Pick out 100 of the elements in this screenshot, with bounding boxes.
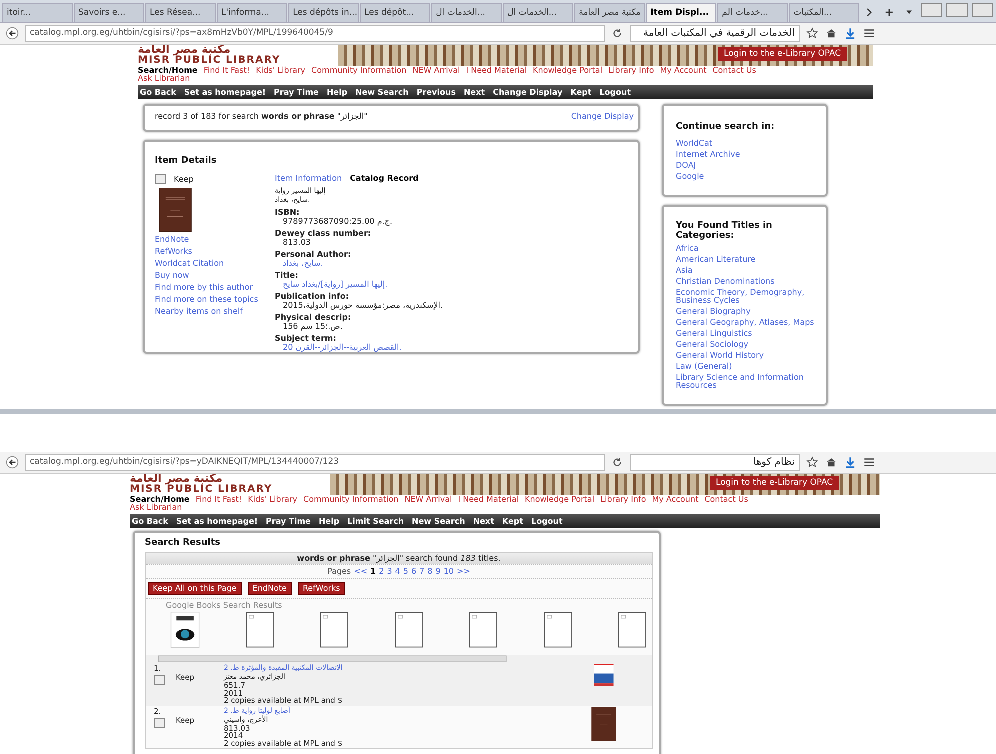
toolbar-link[interactable]: Logout [531,516,563,526]
field-link[interactable]: إليها المسير [رواية]/بغداد سايح. [275,280,628,289]
search-link[interactable]: WorldCat [676,140,816,148]
toolbar-link[interactable]: Go Back [140,88,176,96]
nav-link[interactable]: My Account [652,496,699,504]
back-icon[interactable] [6,27,19,40]
item-link[interactable]: Nearby items on shelf [155,308,267,316]
nav-link[interactable]: Knowledge Portal [533,67,603,75]
reload-icon[interactable] [611,27,624,40]
page-link[interactable]: 8 [428,567,433,576]
toolbar-link[interactable]: Kept [570,88,592,96]
category-link[interactable]: Christian Denominations [676,278,816,286]
browser-tab[interactable]: L'informa... [216,3,288,22]
download-icon[interactable] [844,27,857,40]
category-link[interactable]: Africa [676,245,816,253]
page-link[interactable]: 1 [370,567,376,576]
browser-tab[interactable]: Savoirs e... [74,3,144,22]
reload-icon[interactable] [611,456,624,469]
plus-icon[interactable] [884,8,894,17]
field-link[interactable]: سايح، بغداد. [275,259,628,268]
nav-link[interactable]: Contact Us [712,67,756,75]
item-link[interactable]: Find more by this author [155,284,267,292]
search-link[interactable]: Google [676,173,816,181]
page-link[interactable]: 3 [387,567,392,576]
page-link[interactable]: 6 [411,567,417,576]
nav-link[interactable]: Search/Home [130,496,190,504]
login-button[interactable]: Login to the e-Library OPAC [710,476,840,490]
toolbar-link[interactable]: Kept [502,516,524,526]
menu-icon[interactable] [863,456,876,469]
item-link[interactable]: EndNote [155,236,267,244]
toolbar-link[interactable]: Set as homepage! [176,516,258,526]
toolbar-link[interactable]: Limit Search [348,516,404,526]
keep-checkbox[interactable] [154,675,165,685]
nav-link[interactable]: NEW Arrival [404,496,452,504]
nav-link[interactable]: Knowledge Portal [525,496,595,504]
item-link[interactable]: Worldcat Citation [155,260,267,268]
category-link[interactable]: General Sociology [676,341,816,349]
nav-link[interactable]: Community Information [304,496,399,504]
category-link[interactable]: American Literature [676,256,816,264]
toolbar-link[interactable]: Pray Time [274,88,319,96]
search-link[interactable]: DOAJ [676,162,816,170]
download-icon[interactable] [844,456,857,469]
item-link[interactable]: Find more on these topics [155,296,267,304]
record-tab[interactable]: Item Information [275,174,342,183]
browser-tab[interactable]: الخدمات ال... [431,3,502,22]
nav-link[interactable]: Search/Home [138,67,198,75]
caret-icon[interactable] [904,8,914,17]
login-button[interactable]: Login to the e-Library OPAC [718,47,848,61]
toolbar-link[interactable]: Next [464,88,486,96]
category-link[interactable]: General Linguistics [676,330,816,338]
toolbar-link[interactable]: Next [473,516,494,526]
nav-link[interactable]: Find It Fast! [196,496,242,504]
category-link[interactable]: General Geography, Atlases, Maps [676,319,816,327]
record-tab[interactable]: Catalog Record [350,174,419,183]
minimize-button[interactable] [920,3,942,17]
star-icon[interactable] [806,27,819,40]
category-link[interactable]: Law (General) [676,363,816,371]
nav-link[interactable]: Community Information [312,67,407,75]
toolbar-link[interactable]: Change Display [493,88,563,96]
nav-link[interactable]: NEW Arrival [412,67,460,75]
toolbar-link[interactable]: Pray Time [266,516,311,526]
page-link[interactable]: 5 [403,567,408,576]
action-button[interactable]: Keep All on this Page [148,582,242,595]
nav-link[interactable]: Kids' Library [256,67,306,75]
toolbar-link[interactable]: Go Back [132,516,168,526]
change-display-link[interactable]: Change Display [571,112,634,121]
action-button[interactable]: RefWorks [298,582,346,595]
browser-tab[interactable]: Item Displ... [646,3,716,22]
back-icon[interactable] [6,456,19,469]
nav-link[interactable]: Contact Us [704,496,748,504]
home-icon[interactable] [825,456,838,469]
search-field[interactable]: الخدمات الرقمية في المكتبات العامة [630,25,800,42]
home-icon[interactable] [825,27,838,40]
field-link[interactable]: القصص العربية--الجزائر--القرن 20. [275,343,628,352]
item-link[interactable]: Buy now [155,272,267,280]
category-link[interactable]: Asia [676,267,816,275]
toolbar-link[interactable]: Help [326,88,348,96]
nav-link[interactable]: Library Info [600,496,646,504]
menu-icon[interactable] [863,27,876,40]
item-link[interactable]: RefWorks [155,248,267,256]
page-link[interactable]: 7 [420,567,425,576]
page-link[interactable]: 2 [379,567,384,576]
nav-link[interactable]: I Need Material [458,496,520,504]
keep-checkbox[interactable] [155,174,166,184]
address-field[interactable]: catalog.mpl.org.eg/uhtbin/cgisirsi/?ps=yDAIKNEQIT/MPL/134440007/123 [25,454,605,471]
toolbar-link[interactable]: Logout [600,88,632,96]
toolbar-link[interactable]: Set as homepage! [184,88,266,96]
nav-link[interactable]: Find It Fast! [204,67,250,75]
page-link[interactable]: 4 [395,567,400,576]
search-field[interactable]: نظام كوها [630,454,800,471]
browser-tab[interactable]: Les Résea... [145,3,216,22]
nav-link[interactable]: My Account [660,67,707,75]
toolbar-link[interactable]: New Search [412,516,466,526]
chevron-right-icon[interactable] [865,8,874,17]
page-link[interactable]: 9 [436,567,441,576]
nav-link[interactable]: Ask Librarian [130,504,880,512]
horizontal-scrollbar[interactable] [146,655,652,663]
keep-checkbox[interactable] [154,718,165,728]
page-link[interactable]: >> [457,567,470,576]
page-link[interactable]: << [354,567,368,576]
